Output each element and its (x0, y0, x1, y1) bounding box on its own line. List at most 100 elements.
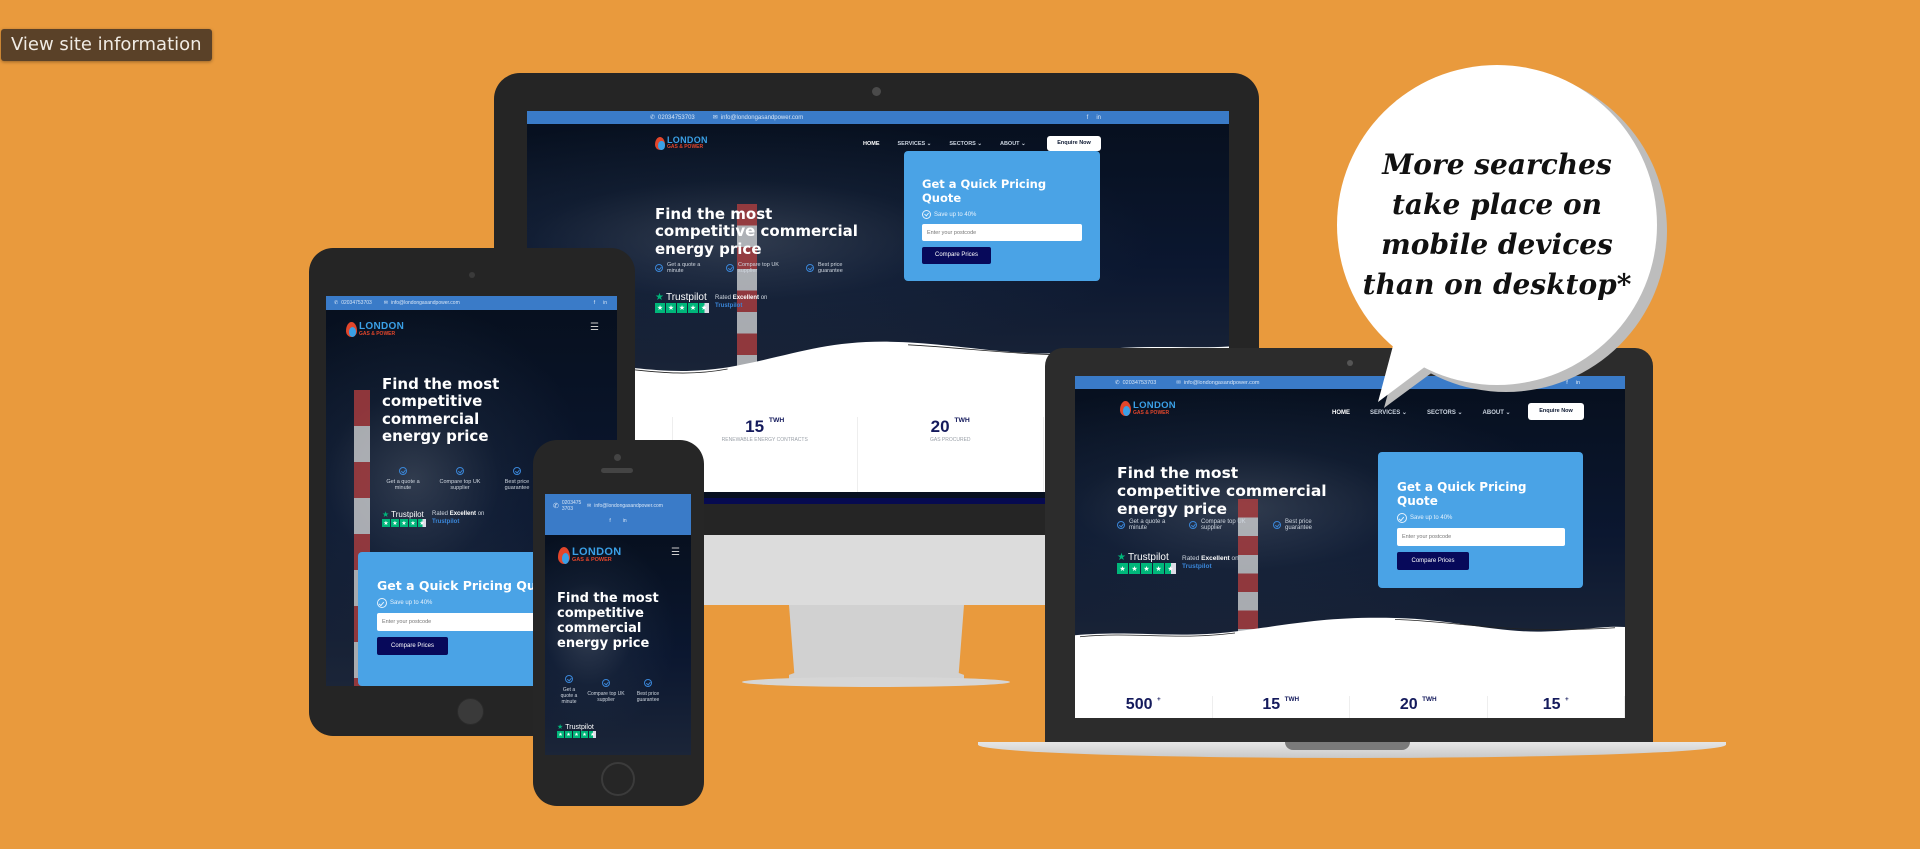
feature-item: Compare top UK supplier (436, 467, 484, 491)
site-logo[interactable]: LONDON GAS & POWER (346, 322, 404, 337)
trustpilot-rating-stars: ★ ★ ★ ★ ★ (1117, 563, 1176, 574)
feature-item: Compare top UK supplier (726, 262, 790, 274)
top-contact-bar: ✆ 02034753703 ✉ info@londongasandpower.com… (527, 111, 1229, 124)
check-circle-icon (456, 467, 464, 475)
stat-item: 15 + (1488, 696, 1625, 718)
compare-prices-button[interactable]: Compare Prices (922, 247, 991, 264)
mail-icon: ✉ (383, 300, 388, 306)
nav-home[interactable]: HOME (863, 141, 880, 147)
email-contact[interactable]: ✉ info@londongasandpower.com (1176, 380, 1259, 386)
compare-prices-button[interactable]: Compare Prices (377, 637, 448, 655)
feature-item: Best price guarantee (631, 679, 665, 705)
phone-contact[interactable]: ✆ 02034753703 (1115, 380, 1156, 386)
postcode-input[interactable] (1397, 528, 1565, 546)
phone-icon: ✆ (553, 503, 559, 510)
phone-camera (614, 454, 621, 461)
trustpilot-link[interactable]: Trustpilot (715, 303, 767, 311)
enquire-now-button[interactable]: Enquire Now (1047, 136, 1101, 151)
feature-item: Best price guarantee (806, 262, 856, 274)
phone-contact[interactable]: ✆ 02034753703 (650, 114, 695, 122)
facebook-icon[interactable]: f (1087, 115, 1089, 121)
stat-item: 15 TWH (1213, 696, 1350, 718)
stat-item: 500 + (1075, 696, 1213, 718)
trustpilot-star-icon: ★ (382, 510, 390, 519)
linkedin-icon[interactable]: in (603, 300, 607, 306)
stats-section: 500 + 15 TWH 20 TWH 15 + (1075, 654, 1625, 718)
postcode-input[interactable] (922, 224, 1082, 241)
trustpilot-link[interactable]: Trustpilot (432, 519, 484, 527)
check-circle-icon (602, 679, 610, 687)
check-circle-icon (513, 467, 521, 475)
trustpilot-link[interactable]: Trustpilot (1182, 563, 1239, 571)
nav-services[interactable]: SERVICES ⌄ (898, 141, 932, 147)
facebook-icon[interactable]: f (594, 300, 595, 306)
nav-about[interactable]: ABOUT ⌄ (1483, 409, 1511, 416)
flame-logo-icon (346, 322, 357, 337)
hamburger-menu-icon[interactable]: ☰ (590, 322, 599, 333)
linkedin-icon[interactable]: in (1096, 115, 1101, 121)
nav-services[interactable]: SERVICES ⌄ (1370, 409, 1407, 416)
facebook-icon[interactable]: f (1566, 380, 1568, 386)
nav-sectors[interactable]: SECTORS ⌄ (949, 141, 982, 147)
nav-home[interactable]: HOME (1332, 410, 1350, 416)
email-contact[interactable]: ✉ info@londongasandpower.com (384, 300, 460, 306)
feature-item: Compare top UK supplier (1189, 519, 1259, 531)
speech-bubble: More searches take place on mobile devic… (1337, 65, 1657, 385)
stat-item: 20 TWH Gas Procured (858, 417, 1044, 492)
mail-icon: ✉ (1176, 379, 1181, 386)
site-logo[interactable]: LONDON GAS & POWER (655, 136, 708, 150)
hero-headline: Find the most competitive commercial ene… (382, 375, 500, 445)
check-circle-icon (1189, 521, 1197, 529)
hamburger-menu-icon[interactable]: ☰ (671, 547, 680, 558)
site-logo[interactable]: LONDON GAS & POWER (1120, 401, 1176, 416)
wave-divider (1075, 617, 1625, 654)
linkedin-icon[interactable]: in (1576, 380, 1580, 386)
hero-section: LONDON GAS & POWER HOME SERVICES ⌄ SECTOR… (1075, 389, 1625, 654)
monitor-camera (872, 87, 881, 96)
phone-contact[interactable]: ✆ 02034753703 (553, 500, 583, 512)
phone-contact[interactable]: ✆ 02034753703 (334, 300, 372, 306)
enquire-now-button[interactable]: Enquire Now (1528, 403, 1584, 420)
trustpilot-widget[interactable]: ★ Trustpilot ★ ★ ★ ★ ★ Rated Excellent on Tru… (655, 292, 767, 313)
feature-list: Get a quote a minute Compare top UK supp… (1117, 519, 1323, 531)
site-logo[interactable]: LONDON GAS & POWER (558, 547, 621, 564)
facebook-icon[interactable]: f (609, 518, 610, 524)
phone-icon: ✆ (334, 300, 339, 306)
nav-about[interactable]: ABOUT ⌄ (1000, 141, 1026, 147)
view-site-information-button[interactable]: View site information (1, 29, 212, 61)
check-circle-icon (655, 264, 663, 272)
check-circle-icon (806, 264, 814, 272)
mail-icon: ✉ (712, 115, 718, 121)
hero-section: LONDON GAS & POWER ☰ Find the most compet… (545, 535, 691, 755)
mail-icon: ✉ (587, 503, 592, 509)
email-contact[interactable]: ✉ info@londongasandpower.com (587, 503, 663, 509)
phone-home-button (601, 762, 635, 796)
main-nav: HOME SERVICES ⌄ SECTORS ⌄ ABOUT ⌄ (863, 141, 1026, 147)
check-circle-icon (377, 598, 387, 608)
flame-logo-icon (558, 547, 570, 564)
email-contact[interactable]: ✉ info@londongasandpower.com (712, 114, 804, 122)
check-circle-icon (1273, 521, 1281, 529)
hero-headline: Find the most competitive commercial ene… (655, 205, 858, 258)
monitor-base (742, 677, 1010, 687)
trustpilot-widget[interactable]: ★ Trustpilot ★ ★ ★ ★ ★ Rated Excellent on Tru… (1117, 552, 1239, 574)
feature-item: Get a quote a minute (557, 675, 581, 705)
feature-item: Get a quote a minute (382, 467, 424, 491)
check-circle-icon (399, 467, 407, 475)
trustpilot-widget[interactable]: ★ Trustpilot ★ ★ ★ ★ ★ (557, 723, 596, 738)
check-circle-icon (644, 679, 652, 687)
monitor-stand (789, 605, 964, 685)
nav-sectors[interactable]: SECTORS ⌄ (1427, 409, 1463, 416)
speech-bubble-text: More searches take place on mobile devic… (1362, 148, 1632, 301)
feature-list: Get a quote a minute Compare top UK supp… (382, 467, 538, 491)
trustpilot-rating-stars: ★ ★ ★ ★ ★ (557, 731, 596, 738)
compare-prices-button[interactable]: Compare Prices (1397, 552, 1469, 570)
phone-icon: ✆ (650, 115, 656, 121)
hero-headline: Find the most competitive commercial ene… (557, 591, 659, 651)
trustpilot-widget[interactable]: ★ Trustpilot ★ ★ ★ ★ ★ Rated Excellent on Tru… (382, 510, 484, 527)
tablet-home-button (457, 698, 484, 725)
laptop-camera (1347, 360, 1353, 366)
phone-site-screen: ✆ 02034753703 ✉ info@londongasandpower.com… (545, 494, 691, 755)
linkedin-icon[interactable]: in (623, 518, 627, 524)
trustpilot-star-icon: ★ (655, 292, 664, 303)
